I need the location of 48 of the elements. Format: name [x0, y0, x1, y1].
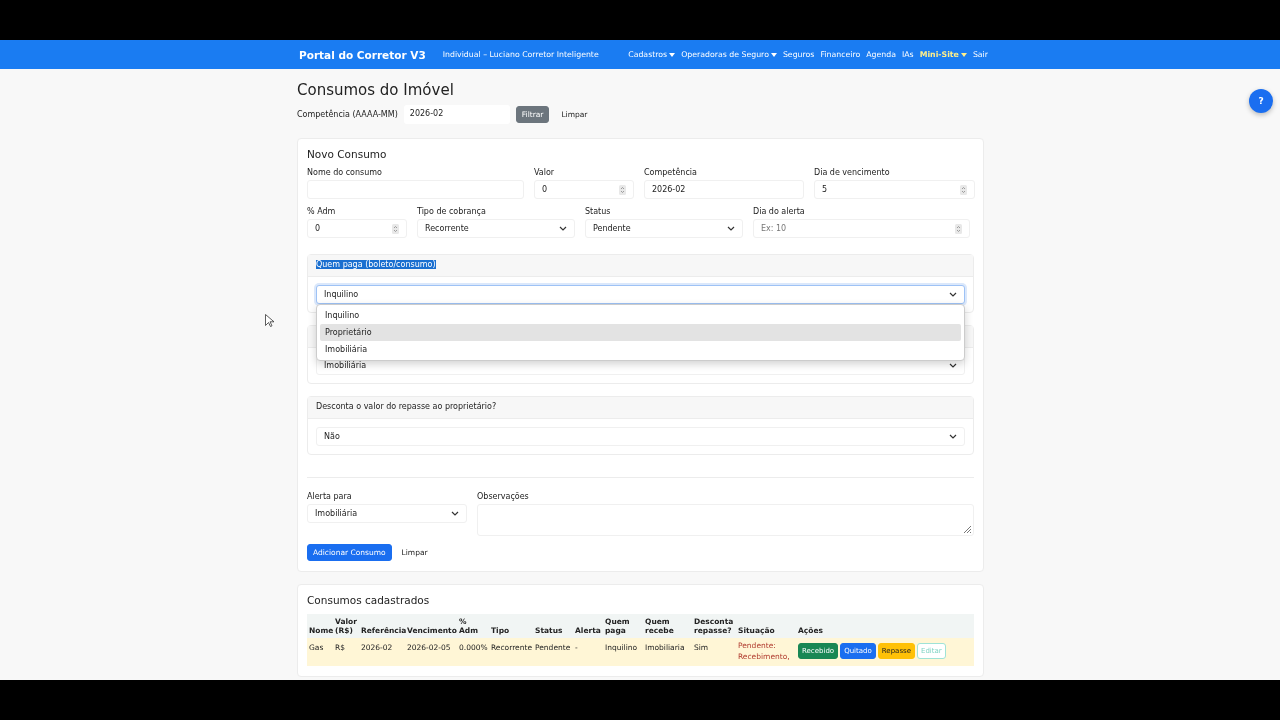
caret-icon: [669, 52, 676, 57]
chevron-down-icon: [727, 226, 735, 231]
page-title: Consumos do Imóvel: [297, 81, 455, 99]
month-field[interactable]: 2026-02: [403, 105, 510, 124]
brand-title[interactable]: Portal do Corretor V3: [299, 48, 426, 61]
field-label: Alerta para: [307, 492, 353, 501]
number-field[interactable]: 0: [534, 180, 634, 199]
select-field[interactable]: Imobiliária: [307, 504, 467, 523]
card-title: Consumos cadastrados: [307, 594, 431, 606]
caret-icon: [960, 52, 967, 57]
select-field[interactable]: Recorrente: [417, 219, 575, 238]
resize-handle-icon[interactable]: [963, 525, 971, 533]
dropdown-option[interactable]: Inquilino: [320, 307, 961, 324]
field-label: Valor: [534, 168, 556, 177]
chevron-down-icon: [949, 363, 957, 368]
chevron-down-icon: [949, 292, 957, 297]
field-label: Tipo de cobrança: [417, 207, 487, 216]
number-field[interactable]: 5: [814, 180, 975, 199]
text-field[interactable]: 2026-02: [644, 180, 804, 199]
select-field[interactable]: Pendente: [585, 219, 743, 238]
field-label: Competência: [644, 168, 698, 177]
spinner-icon: [960, 184, 967, 195]
field-label: Nome do consumo: [307, 168, 383, 177]
field-label: Status: [585, 207, 612, 216]
field-label: Dia do alerta: [753, 207, 806, 216]
chevron-down-icon: [949, 434, 957, 439]
dropdown-option[interactable]: Imobiliária: [320, 341, 961, 358]
spinner-icon: [392, 223, 399, 234]
field-label: Dia de vencimento: [814, 168, 891, 177]
cursor-icon: [265, 314, 274, 327]
caret-icon: [770, 52, 777, 57]
card-title: Novo Consumo: [307, 148, 388, 160]
dropdown-option[interactable]: Proprietário: [320, 324, 961, 341]
spinner-icon: [955, 223, 962, 234]
field-label: Observações: [477, 492, 530, 501]
section-header: Quem paga (boleto/consumo): [316, 260, 436, 269]
select-field[interactable]: Inquilino: [316, 285, 965, 304]
help-button[interactable]: ?: [1249, 89, 1273, 113]
chevron-down-icon: [559, 226, 567, 231]
number-field[interactable]: Ex: 10: [753, 219, 970, 238]
spinner-icon: [619, 184, 626, 195]
notes-field[interactable]: [477, 504, 974, 536]
select-field[interactable]: Não: [316, 427, 965, 446]
filter-label: Competência (AAAA-MM): [297, 110, 398, 119]
section-header: Desconta o valor do repasse ao proprietário?: [316, 402, 497, 411]
field-label: % Adm: [307, 207, 337, 216]
chevron-down-icon: [451, 511, 459, 516]
number-field[interactable]: 0: [307, 219, 407, 238]
